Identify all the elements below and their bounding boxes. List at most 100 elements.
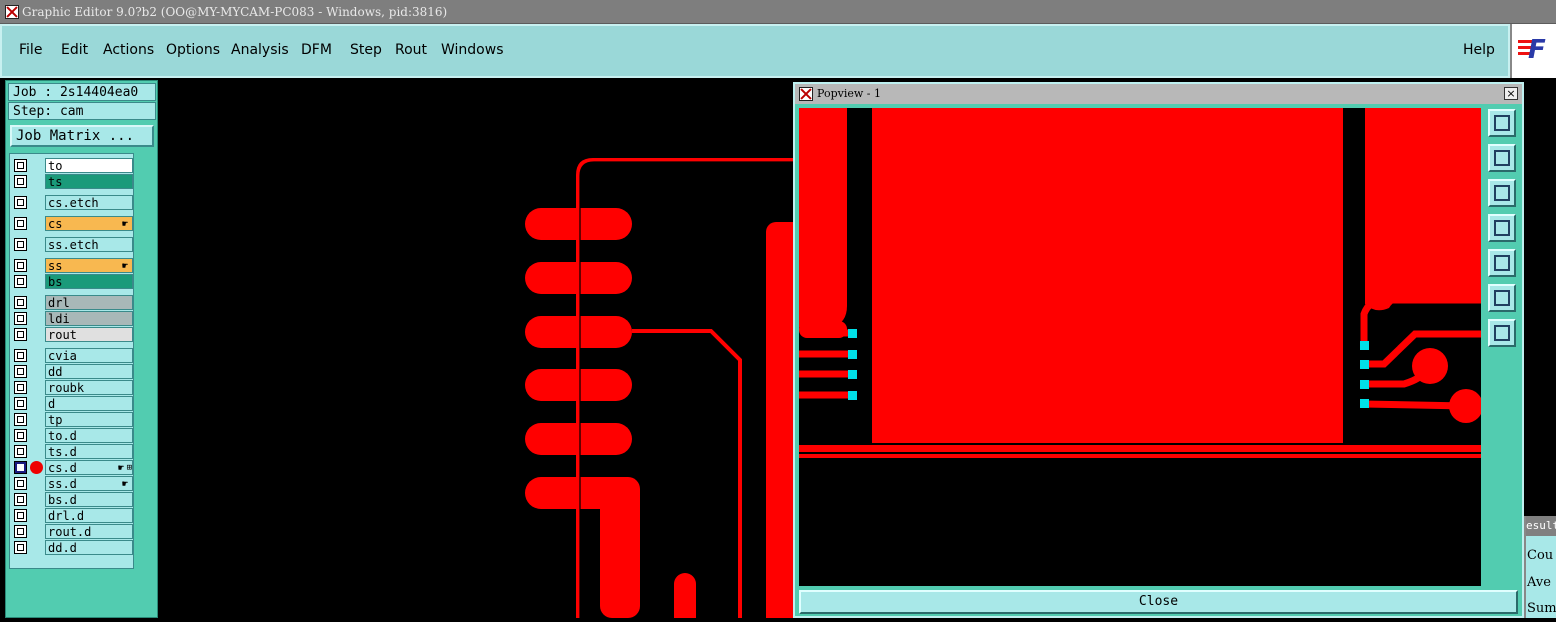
layer-checkbox[interactable] <box>14 541 27 554</box>
layer-row[interactable]: ldi <box>12 311 133 326</box>
layer-display-indicator[interactable] <box>30 525 43 538</box>
layer-display-indicator[interactable] <box>30 349 43 362</box>
layer-row[interactable]: rout <box>12 327 133 342</box>
layer-checkbox[interactable] <box>14 259 27 272</box>
layer-row[interactable]: rout.d <box>12 524 133 539</box>
layer-checkbox[interactable] <box>14 296 27 309</box>
layer-display-indicator[interactable] <box>30 217 43 230</box>
layer-name[interactable]: dd <box>45 364 133 379</box>
layer-name[interactable]: tp <box>45 412 133 427</box>
layer-display-indicator[interactable] <box>30 381 43 394</box>
layer-row[interactable]: drl <box>12 295 133 310</box>
layer-name[interactable]: ts <box>45 174 133 189</box>
layer-row[interactable]: ts <box>12 174 133 189</box>
menu-file[interactable]: File <box>19 42 42 58</box>
layer-checkbox[interactable] <box>14 429 27 442</box>
layer-checkbox[interactable] <box>14 175 27 188</box>
layer-display-indicator[interactable] <box>30 365 43 378</box>
layer-name[interactable]: drl.d <box>45 508 133 523</box>
layer-name[interactable]: d <box>45 396 133 411</box>
layer-name[interactable]: ldi <box>45 311 133 326</box>
menu-help[interactable]: Help <box>1463 42 1495 58</box>
layer-display-indicator[interactable] <box>30 541 43 554</box>
layer-row[interactable]: cs.d ☛ ⊞ <box>12 460 133 475</box>
layer-display-indicator[interactable] <box>30 429 43 442</box>
layer-row[interactable]: cs.etch <box>12 195 133 210</box>
layer-name[interactable]: ss ☛ <box>45 258 133 273</box>
layer-name[interactable]: ss.etch <box>45 237 133 252</box>
layer-name[interactable]: cvia <box>45 348 133 363</box>
popview-close-icon[interactable]: × <box>1504 87 1518 100</box>
zoom-center-icon[interactable] <box>1488 319 1516 347</box>
layer-name[interactable]: drl <box>45 295 133 310</box>
layer-display-indicator[interactable] <box>30 493 43 506</box>
layer-row[interactable]: dd.d <box>12 540 133 555</box>
layer-display-indicator[interactable] <box>30 175 43 188</box>
layer-name[interactable]: rout.d <box>45 524 133 539</box>
layer-checkbox[interactable] <box>14 159 27 172</box>
layer-checkbox[interactable] <box>14 349 27 362</box>
layer-name[interactable]: ss.d ☛ <box>45 476 133 491</box>
layer-row[interactable]: ss.etch <box>12 237 133 252</box>
layer-checkbox[interactable] <box>14 381 27 394</box>
layer-checkbox[interactable] <box>14 477 27 490</box>
menu-options[interactable]: Options <box>166 42 220 58</box>
popview-canvas[interactable] <box>799 108 1483 586</box>
layer-display-indicator[interactable] <box>30 275 43 288</box>
layer-name[interactable]: to <box>45 158 133 173</box>
layer-name[interactable]: bs.d <box>45 492 133 507</box>
menu-edit[interactable]: Edit <box>61 42 88 58</box>
layer-row[interactable]: ss ☛ <box>12 258 133 273</box>
layer-display-indicator[interactable] <box>30 238 43 251</box>
layer-checkbox[interactable] <box>14 196 27 209</box>
layer-display-indicator[interactable] <box>30 328 43 341</box>
layer-checkbox[interactable] <box>14 365 27 378</box>
menu-windows[interactable]: Windows <box>441 42 504 58</box>
layer-checkbox[interactable] <box>14 461 27 474</box>
layer-name[interactable]: roubk <box>45 380 133 395</box>
layer-name[interactable]: to.d <box>45 428 133 443</box>
layer-name[interactable]: dd.d <box>45 540 133 555</box>
layer-row[interactable]: to <box>12 158 133 173</box>
layer-row[interactable]: tp <box>12 412 133 427</box>
layer-checkbox[interactable] <box>14 493 27 506</box>
layer-display-indicator[interactable] <box>30 413 43 426</box>
layer-display-indicator[interactable] <box>30 445 43 458</box>
layer-checkbox[interactable] <box>14 525 27 538</box>
layer-row[interactable]: drl.d <box>12 508 133 523</box>
layer-row[interactable]: bs.d <box>12 492 133 507</box>
layer-display-indicator[interactable] <box>30 397 43 410</box>
layer-checkbox[interactable] <box>14 397 27 410</box>
layer-name[interactable]: rout <box>45 327 133 342</box>
pan-up-icon[interactable] <box>1488 144 1516 172</box>
popview-close-button[interactable]: Close <box>799 590 1518 614</box>
layer-display-indicator[interactable] <box>30 296 43 309</box>
menu-analysis[interactable]: Analysis <box>231 42 289 58</box>
layer-name[interactable]: cs.d ☛ ⊞ <box>45 460 133 475</box>
zoom-fit-icon[interactable] <box>1488 284 1516 312</box>
menu-actions[interactable]: Actions <box>103 42 154 58</box>
layer-checkbox[interactable] <box>14 312 27 325</box>
pan-right-icon[interactable] <box>1488 249 1516 277</box>
layer-display-indicator[interactable] <box>30 259 43 272</box>
zoom-window-icon[interactable] <box>1488 109 1516 137</box>
layer-display-indicator[interactable] <box>30 196 43 209</box>
layer-name[interactable]: cs ☛ <box>45 216 133 231</box>
layer-checkbox[interactable] <box>14 238 27 251</box>
layer-name[interactable]: bs <box>45 274 133 289</box>
layer-row[interactable]: roubk <box>12 380 133 395</box>
layer-display-indicator[interactable] <box>30 312 43 325</box>
layer-row[interactable]: d <box>12 396 133 411</box>
layer-row[interactable]: dd <box>12 364 133 379</box>
layer-display-indicator[interactable] <box>30 159 43 172</box>
layer-checkbox[interactable] <box>14 445 27 458</box>
pan-left-icon[interactable] <box>1488 214 1516 242</box>
layer-display-indicator[interactable] <box>30 461 43 474</box>
layer-row[interactable]: to.d <box>12 428 133 443</box>
layer-checkbox[interactable] <box>14 275 27 288</box>
layer-name[interactable]: ts.d <box>45 444 133 459</box>
job-matrix-button[interactable]: Job Matrix ... <box>10 125 154 147</box>
layer-name[interactable]: cs.etch <box>45 195 133 210</box>
layer-checkbox[interactable] <box>14 413 27 426</box>
menu-dfm[interactable]: DFM <box>301 42 332 58</box>
